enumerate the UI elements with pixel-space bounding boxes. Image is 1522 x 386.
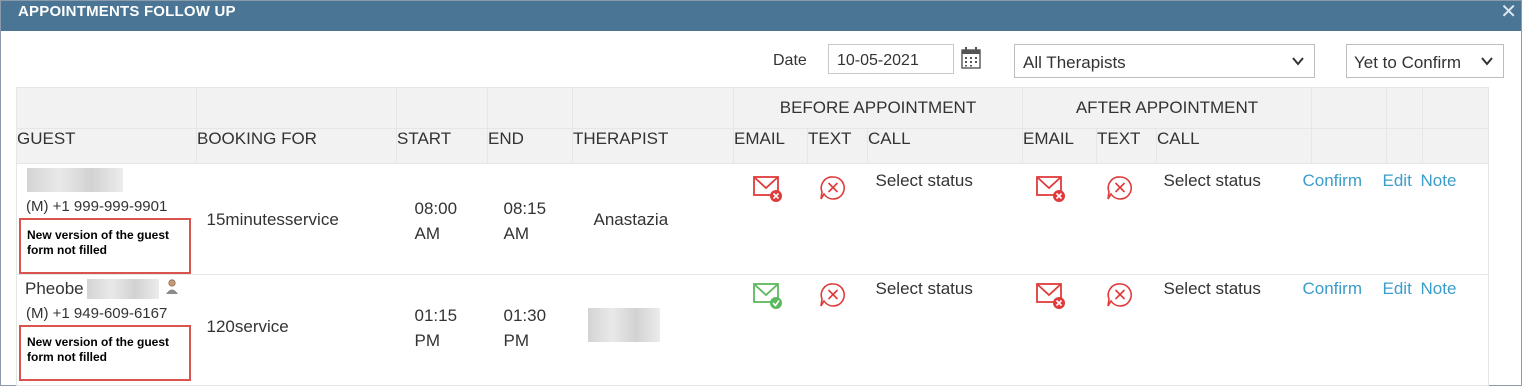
before-call-cell: Select status	[867, 274, 1023, 386]
text-failed-icon[interactable]	[1105, 174, 1135, 202]
email-sent-icon[interactable]	[752, 281, 784, 311]
start-cell: 01:15 PM	[396, 274, 488, 386]
table-row: Pheobe (M) +1 949-609-6167 New version o…	[16, 274, 1489, 386]
confirm-link[interactable]: Confirm	[1303, 279, 1363, 299]
confirm-cell: Confirm	[1303, 163, 1387, 275]
text-failed-icon[interactable]	[818, 174, 848, 202]
col-start: START	[396, 128, 488, 164]
therapist-name: Anastazia	[593, 210, 669, 229]
confirm-link[interactable]: Confirm	[1303, 171, 1363, 191]
start-cell: 08:00 AM	[396, 163, 488, 275]
col-after-call: CALL	[1156, 128, 1312, 164]
text-failed-icon[interactable]	[1105, 281, 1135, 309]
booking-service: 120service	[206, 317, 289, 336]
before-email-cell	[733, 274, 808, 386]
booking-service: 15minutesservice	[206, 210, 339, 229]
guest-cell: Pheobe (M) +1 949-609-6167 New version o…	[16, 274, 197, 386]
edit-link[interactable]: Edit	[1383, 279, 1412, 299]
call-status-select[interactable]: Select status	[1164, 279, 1261, 299]
end-cell: 08:15 AM	[487, 163, 573, 275]
header-row: GUEST BOOKING FOR START END THERAPIST EM…	[16, 128, 1489, 164]
date-input[interactable]: 10-05-2021	[828, 44, 954, 74]
therapist-select-value: All Therapists	[1023, 53, 1126, 72]
col-after-text: TEXT	[1096, 128, 1157, 164]
after-text-cell	[1096, 274, 1157, 386]
call-status-select[interactable]: Select status	[876, 171, 973, 191]
email-failed-icon[interactable]	[1035, 174, 1067, 204]
col-before-email: EMAIL	[733, 128, 808, 164]
note-link[interactable]: Note	[1421, 171, 1457, 191]
therapist-select[interactable]: All Therapists	[1014, 44, 1315, 78]
therapist-name-redacted	[587, 308, 660, 342]
note-cell: Note	[1421, 163, 1489, 275]
col-guest: GUEST	[16, 128, 197, 164]
before-appointment-header: BEFORE APPOINTMENT	[733, 87, 1023, 129]
end-time: 08:15	[503, 199, 547, 218]
end-cell: 01:30 PM	[487, 274, 573, 386]
form-notice: New version of the guest form not filled	[19, 325, 191, 381]
status-select-value: Yet to Confirm	[1354, 53, 1462, 72]
col-after-email: EMAIL	[1022, 128, 1097, 164]
start-ampm: AM	[414, 224, 441, 243]
note-cell: Note	[1421, 274, 1489, 386]
after-email-cell	[1022, 163, 1097, 275]
col-booking-for: BOOKING FOR	[196, 128, 397, 164]
status-select[interactable]: Yet to Confirm	[1346, 44, 1504, 78]
filter-bar: Date 10-05-2021 All Therapists Yet to Co…	[1, 41, 1521, 81]
booking-for-cell: 15minutesservice	[196, 163, 397, 275]
form-notice: New version of the guest form not filled	[19, 218, 191, 274]
before-text-cell	[807, 274, 868, 386]
before-call-cell: Select status	[867, 163, 1023, 275]
person-icon[interactable]	[165, 279, 179, 295]
after-call-cell: Select status	[1156, 274, 1312, 386]
email-failed-icon[interactable]	[752, 174, 784, 204]
end-ampm: PM	[503, 331, 530, 350]
calendar-icon[interactable]	[960, 46, 982, 70]
guest-name-redacted	[27, 168, 123, 192]
col-before-call: CALL	[867, 128, 1023, 164]
guest-phone: (M) +1 999-999-9901	[26, 198, 168, 215]
table-row: (M) +1 999-999-9901 New version of the g…	[16, 163, 1489, 275]
guest-surname-redacted	[87, 279, 159, 299]
confirm-cell: Confirm	[1303, 274, 1387, 386]
col-end: END	[487, 128, 573, 164]
start-ampm: PM	[414, 331, 441, 350]
edit-link[interactable]: Edit	[1383, 171, 1412, 191]
after-email-cell	[1022, 274, 1097, 386]
appointments-dialog: APPOINTMENTS FOLLOW UP ✕ Date 10-05-2021…	[0, 0, 1522, 386]
after-appointment-header: AFTER APPOINTMENT	[1022, 87, 1312, 129]
col-before-text: TEXT	[807, 128, 868, 164]
guest-phone: (M) +1 949-609-6167	[26, 305, 168, 322]
email-failed-icon[interactable]	[1035, 281, 1067, 311]
before-email-cell	[733, 163, 808, 275]
start-time: 08:00	[414, 199, 458, 218]
therapist-cell: Anastazia	[572, 163, 734, 275]
close-icon[interactable]: ✕	[1500, 1, 1517, 23]
before-text-cell	[807, 163, 868, 275]
chevron-down-icon	[1481, 57, 1493, 66]
title-bar: APPOINTMENTS FOLLOW UP ✕	[1, 1, 1521, 31]
guest-cell: (M) +1 999-999-9901 New version of the g…	[16, 163, 197, 275]
text-failed-icon[interactable]	[818, 281, 848, 309]
chevron-down-icon	[1292, 57, 1304, 66]
appointments-table: BEFORE APPOINTMENT AFTER APPOINTMENT GUE…	[16, 87, 1489, 386]
edit-cell: Edit	[1383, 274, 1423, 386]
note-link[interactable]: Note	[1421, 279, 1457, 299]
date-label: Date	[773, 52, 807, 69]
call-status-select[interactable]: Select status	[1164, 171, 1261, 191]
after-call-cell: Select status	[1156, 163, 1312, 275]
end-ampm: AM	[503, 224, 530, 243]
call-status-select[interactable]: Select status	[876, 279, 973, 299]
dialog-title: APPOINTMENTS FOLLOW UP	[18, 3, 236, 20]
guest-name: Pheobe	[25, 279, 84, 298]
end-time: 01:30	[503, 306, 547, 325]
header-group-row: BEFORE APPOINTMENT AFTER APPOINTMENT	[16, 87, 1489, 129]
therapist-cell	[572, 274, 734, 386]
booking-for-cell: 120service	[196, 274, 397, 386]
after-text-cell	[1096, 163, 1157, 275]
col-therapist: THERAPIST	[572, 128, 734, 164]
start-time: 01:15	[414, 306, 458, 325]
edit-cell: Edit	[1383, 163, 1423, 275]
